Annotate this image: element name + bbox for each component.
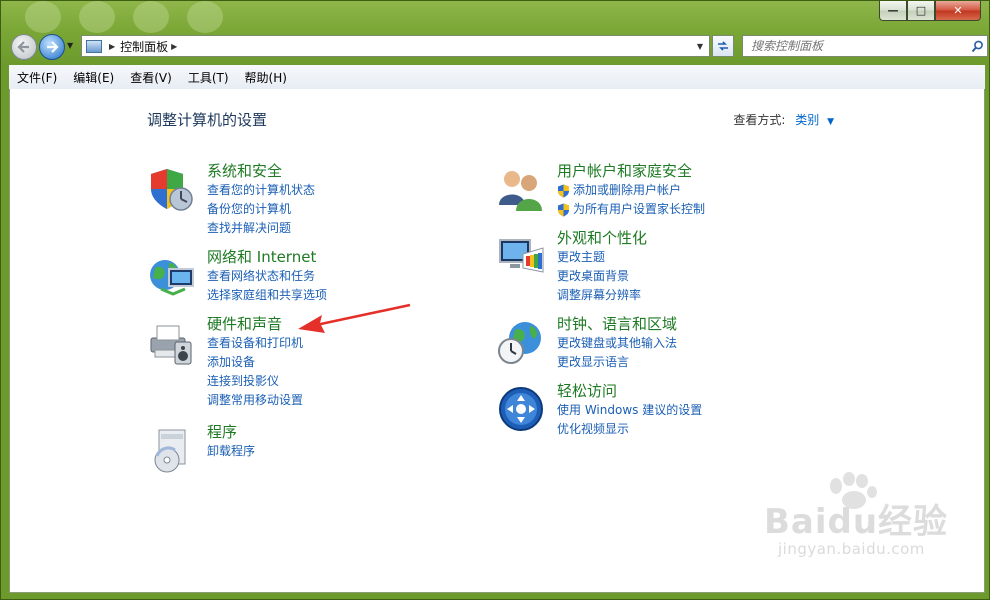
category-title[interactable]: 时钟、语言和区域 [557, 314, 857, 334]
breadcrumb-arrow-icon[interactable]: ▶ [171, 42, 177, 51]
link-connect-projector[interactable]: 连接到投影仪 [207, 372, 507, 391]
category-title[interactable]: 用户帐户和家庭安全 [557, 161, 857, 181]
link-desktop-background[interactable]: 更改桌面背景 [557, 267, 857, 286]
link-screen-resolution[interactable]: 调整屏幕分辨率 [557, 286, 857, 305]
breadcrumb-control-panel[interactable]: 控制面板 [120, 38, 168, 55]
link-text[interactable]: 添加或删除用户帐户 [573, 181, 681, 200]
link-keyboard-input[interactable]: 更改键盘或其他输入法 [557, 334, 857, 353]
link-backup-computer[interactable]: 备份您的计算机 [207, 200, 507, 219]
address-dropdown-icon[interactable]: ▼ [697, 42, 703, 51]
category-title[interactable]: 系统和安全 [207, 161, 507, 181]
caption-buttons: — □ ✕ [879, 1, 981, 21]
link-recommended-settings[interactable]: 使用 Windows 建议的设置 [557, 401, 857, 420]
back-button[interactable] [11, 34, 37, 60]
link-view-computer-status[interactable]: 查看您的计算机状态 [207, 181, 507, 200]
link-text[interactable]: 为所有用户设置家长控制 [573, 200, 705, 219]
link-parental-controls[interactable]: 为所有用户设置家长控制 [557, 200, 857, 219]
link-add-device[interactable]: 添加设备 [207, 353, 507, 372]
back-arrow-icon [17, 41, 29, 53]
view-by: 查看方式: 类别 ▼ [733, 111, 834, 128]
forward-button[interactable] [39, 34, 65, 60]
maximize-button[interactable]: □ [907, 1, 935, 21]
watermark-text: Baidu经验 [764, 502, 949, 542]
uac-shield-icon [558, 203, 569, 216]
link-mobility-settings[interactable]: 调整常用移动设置 [207, 391, 507, 410]
menu-bar: 文件(F) 编辑(E) 查看(V) 工具(T) 帮助(H) [9, 65, 985, 90]
category-title[interactable]: 程序 [207, 422, 507, 442]
refresh-button[interactable] [712, 35, 734, 57]
view-by-dropdown[interactable]: 类别 [795, 113, 819, 127]
forward-arrow-icon [47, 41, 59, 53]
link-devices-printers[interactable]: 查看设备和打印机 [207, 334, 507, 353]
link-troubleshoot[interactable]: 查找并解决问题 [207, 219, 507, 238]
search-icon[interactable] [967, 40, 987, 53]
control-panel-icon [86, 39, 102, 53]
chevron-down-icon[interactable]: ▼ [827, 117, 834, 127]
ease-of-access-icon [497, 385, 547, 435]
monitor-palette-icon [497, 232, 547, 282]
link-add-remove-accounts[interactable]: 添加或删除用户帐户 [557, 181, 857, 200]
category-title[interactable]: 外观和个性化 [557, 228, 857, 248]
network-globe-icon [147, 251, 197, 301]
link-uninstall-program[interactable]: 卸载程序 [207, 442, 507, 461]
background-desktop-icons [25, 1, 223, 33]
recent-pages-dropdown[interactable]: ▼ [67, 41, 73, 50]
users-icon [497, 165, 547, 215]
breadcrumb-arrow-icon[interactable]: ▶ [109, 42, 115, 51]
baidu-watermark: Baidu经验 jingyan.baidu.com [752, 472, 952, 562]
search-input[interactable] [743, 37, 967, 55]
menu-help[interactable]: 帮助(H) [237, 69, 295, 86]
navigation-bar: ▼ ▶ 控制面板 ▶ ▼ [9, 32, 988, 62]
shield-icon [147, 165, 197, 215]
close-button[interactable]: ✕ [935, 1, 981, 21]
main-content: 调整计算机的设置 查看方式: 类别 ▼ 系统和安全 查看您的计算机状态 备份您的… [9, 89, 985, 593]
clock-globe-icon [497, 318, 547, 368]
menu-edit[interactable]: 编辑(E) [65, 69, 122, 86]
annotation-arrow-icon [298, 303, 411, 333]
view-by-label: 查看方式: [733, 113, 786, 127]
printer-icon [147, 318, 197, 368]
uac-shield-icon [558, 184, 569, 197]
link-optimize-display[interactable]: 优化视频显示 [557, 420, 857, 439]
category-title[interactable]: 网络和 Internet [207, 247, 507, 267]
link-display-language[interactable]: 更改显示语言 [557, 353, 857, 372]
address-bar[interactable]: ▶ 控制面板 ▶ ▼ [81, 35, 710, 57]
category-title[interactable]: 轻松访问 [557, 381, 857, 401]
watermark-url: jingyan.baidu.com [778, 540, 925, 558]
link-network-status[interactable]: 查看网络状态和任务 [207, 267, 507, 286]
menu-view[interactable]: 查看(V) [122, 69, 180, 86]
menu-tools[interactable]: 工具(T) [180, 69, 237, 86]
link-change-theme[interactable]: 更改主题 [557, 248, 857, 267]
search-box[interactable] [742, 35, 988, 57]
page-title: 调整计算机的设置 [147, 111, 268, 129]
control-panel-window: — □ ✕ ▼ ▶ 控制面板 ▶ ▼ 文件(F) 编辑(E) [0, 0, 990, 600]
refresh-icon [718, 41, 728, 51]
minimize-button[interactable]: — [879, 1, 907, 21]
menu-file[interactable]: 文件(F) [9, 69, 65, 86]
programs-disc-icon [147, 426, 197, 476]
